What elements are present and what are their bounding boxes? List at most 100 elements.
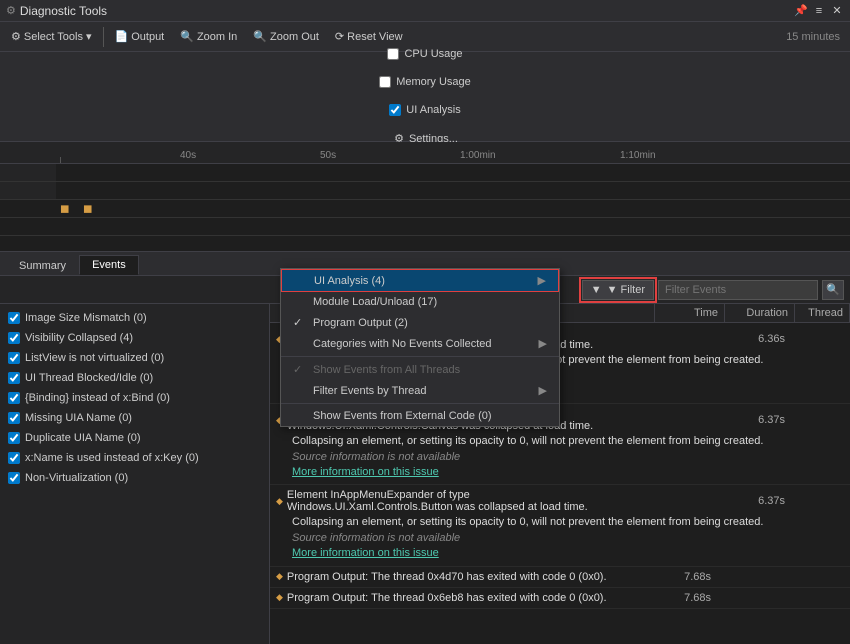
event-detail-text: Collapsing an element, or setting its op… [292, 435, 763, 447]
diamond-icon-2: ◆ [78, 199, 98, 219]
event-time: 7.68s [641, 592, 711, 604]
dropdown-separator-2 [281, 403, 559, 404]
list-item: Missing UIA Name (0) [0, 408, 269, 428]
dropdown-item-all-threads: ✓ Show Events from All Threads [281, 359, 559, 380]
col-time-header: Time [655, 304, 725, 322]
filter-icon: ▼ [591, 284, 602, 296]
separator [103, 27, 104, 47]
dropdown-item-ui-analysis[interactable]: UI Analysis (4) ▶ [281, 269, 559, 292]
xname-checkbox[interactable] [8, 452, 20, 464]
check-mark: ✓ [293, 316, 307, 329]
program-output-label: Program Output (2) [313, 317, 408, 329]
search-icon: 🔍 [826, 283, 840, 296]
event-row-header: ◆ Program Output: The thread 0x4d70 has … [276, 571, 844, 583]
zoom-out-button[interactable]: 🔍 Zoom Out [246, 26, 326, 48]
event-row: ◆ Program Output: The thread 0x4d70 has … [270, 567, 850, 588]
program-output-icon-2: ◆ [276, 592, 283, 603]
dropdown-item-categories[interactable]: Categories with No Events Collected ▶ [281, 333, 559, 354]
summary-tab[interactable]: Summary [6, 256, 79, 275]
dropdown-item-module-load[interactable]: Module Load/Unload (17) [281, 292, 559, 312]
dropdown-item-filter-by-thread[interactable]: Filter Events by Thread ▶ [281, 380, 559, 401]
pin-button[interactable]: 📌 [794, 4, 808, 18]
time-display: 15 minutes [786, 31, 846, 43]
filter-by-thread-label: Filter Events by Thread [313, 385, 427, 397]
ui-thread-label: UI Thread Blocked/Idle (0) [25, 372, 153, 384]
list-item: UI Thread Blocked/Idle (0) [0, 368, 269, 388]
event-duration: 6.37s [715, 414, 785, 426]
source-info: Source information is not available [292, 451, 460, 463]
list-item: Image Size Mismatch (0) [0, 308, 269, 328]
ui-analysis-row: UI Analysis [389, 104, 460, 116]
col-duration-header: Duration [725, 304, 795, 322]
submenu-arrow-icon: ▶ [538, 274, 546, 287]
reset-icon: ⟳ [335, 30, 344, 43]
all-threads-label: Show Events from All Threads [313, 364, 460, 376]
program-output-icon: ◆ [276, 571, 283, 582]
missing-uia-label: Missing UIA Name (0) [25, 412, 132, 424]
events-tab[interactable]: Events [79, 255, 139, 275]
diamond-row: ◆ ◆ [0, 200, 850, 218]
filter-search-button[interactable]: 🔍 [822, 280, 844, 300]
list-item: x:Name is used instead of x:Key (0) [0, 448, 269, 468]
output-icon: 📄 [115, 30, 129, 43]
listview-checkbox[interactable] [8, 352, 20, 364]
menu-button[interactable]: ≡ [812, 4, 826, 18]
memory-usage-row: Memory Usage [379, 76, 471, 88]
list-item: Non-Virtualization (0) [0, 468, 269, 488]
duplicate-uia-checkbox[interactable] [8, 432, 20, 444]
more-info-link[interactable]: More information on this issue [292, 466, 439, 478]
filter-dropdown: UI Analysis (4) ▶ Module Load/Unload (17… [280, 268, 560, 427]
zoom-out-icon: 🔍 [253, 30, 267, 43]
output-button[interactable]: 📄 Output [108, 26, 172, 48]
non-virt-label: Non-Virtualization (0) [25, 472, 128, 484]
left-panel: Image Size Mismatch (0) Visibility Colla… [0, 304, 270, 644]
visibility-collapsed-label: Visibility Collapsed (4) [25, 332, 133, 344]
cpu-usage-row: CPU Usage [387, 48, 462, 60]
dropdown-item-external-code[interactable]: Show Events from External Code (0) [281, 406, 559, 426]
window-title: Diagnostic Tools [20, 4, 107, 18]
ui-analysis-label: UI Analysis [406, 104, 460, 116]
cpu-usage-label: CPU Usage [404, 48, 462, 60]
ui-thread-checkbox[interactable] [8, 372, 20, 384]
event-detail: Collapsing an element, or setting its op… [292, 434, 844, 480]
submenu-arrow-icon: ▶ [539, 384, 547, 397]
source-info: Source information is not available [292, 532, 460, 544]
dropdown-item-program-output[interactable]: ✓ Program Output (2) [281, 312, 559, 333]
binding-checkbox[interactable] [8, 392, 20, 404]
list-item: ListView is not virtualized (0) [0, 348, 269, 368]
title-bar-controls: 📌 ≡ ✕ [794, 4, 844, 18]
title-bar: ⚙ Diagnostic Tools 📌 ≡ ✕ [0, 0, 850, 22]
listview-label: ListView is not virtualized (0) [25, 352, 164, 364]
gear-icon: ⚙ [6, 4, 16, 17]
event-duration: 6.36s [715, 333, 785, 345]
event-row-header: ◆ Program Output: The thread 0x6eb8 has … [276, 592, 844, 604]
reset-view-button[interactable]: ⟳ Reset View [328, 26, 410, 48]
non-virt-checkbox[interactable] [8, 472, 20, 484]
xname-label: x:Name is used instead of x:Key (0) [25, 452, 199, 464]
ui-analysis-checkbox[interactable] [389, 104, 401, 116]
memory-usage-label: Memory Usage [396, 76, 471, 88]
image-size-label: Image Size Mismatch (0) [25, 312, 147, 324]
zoom-in-button[interactable]: 🔍 Zoom In [173, 26, 244, 48]
list-item: {Binding} instead of x:Bind (0) [0, 388, 269, 408]
module-load-label: Module Load/Unload (17) [313, 296, 437, 308]
event-description: Element InAppMenuExpander of type Window… [287, 489, 637, 513]
memory-usage-checkbox[interactable] [379, 76, 391, 88]
duplicate-uia-label: Duplicate UIA Name (0) [25, 432, 141, 444]
more-info-link[interactable]: More information on this issue [292, 547, 439, 559]
close-button[interactable]: ✕ [830, 4, 844, 18]
diamond-event-icon: ◆ [276, 496, 283, 507]
memory-track [0, 182, 850, 200]
cpu-track [0, 164, 850, 182]
submenu-arrow-icon: ▶ [539, 337, 547, 350]
filter-events-input[interactable] [658, 280, 818, 300]
visibility-collapsed-checkbox[interactable] [8, 332, 20, 344]
zoom-in-icon: 🔍 [180, 30, 194, 43]
event-row-header: ◆ Element InAppMenuExpander of type Wind… [276, 489, 844, 513]
image-size-checkbox[interactable] [8, 312, 20, 324]
filter-button[interactable]: ▼ ▼ Filter [582, 280, 654, 300]
missing-uia-checkbox[interactable] [8, 412, 20, 424]
cpu-usage-checkbox[interactable] [387, 48, 399, 60]
settings-icon: ⚙ [11, 30, 21, 43]
select-tools-button[interactable]: ⚙ Select Tools ▾ [4, 26, 99, 48]
